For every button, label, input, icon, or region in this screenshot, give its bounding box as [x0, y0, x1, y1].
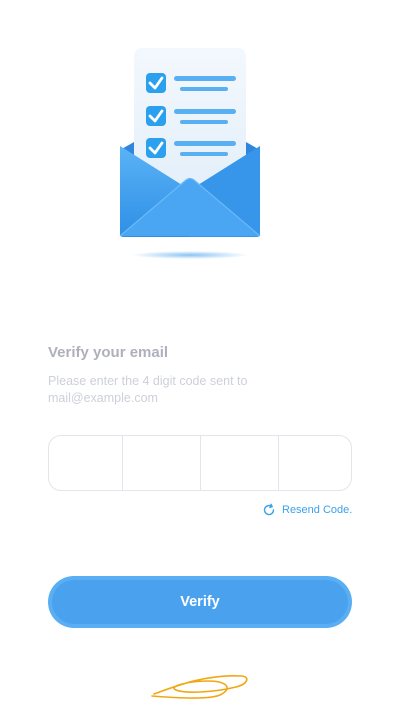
refresh-icon [263, 503, 275, 516]
code-digit-4[interactable] [279, 436, 351, 490]
instructions-line: Please enter the 4 digit code sent to [48, 374, 248, 388]
verify-button-label: Verify [180, 594, 220, 610]
code-digit-1[interactable] [49, 436, 123, 490]
code-input-group [48, 435, 352, 491]
instructions-text: Please enter the 4 digit code sent to ma… [48, 373, 308, 407]
signature-scribble [151, 675, 248, 699]
resend-code-link[interactable]: Resend Code. [262, 503, 352, 517]
envelope-illustration [100, 40, 280, 270]
code-digit-3[interactable] [201, 436, 279, 490]
envelope-checklist-icon [119, 48, 261, 259]
verify-button[interactable]: Verify [48, 576, 352, 628]
email-address: mail@example.com [48, 391, 158, 405]
verify-button-inner: Verify [52, 580, 348, 624]
resend-code-label: Resend Code. [282, 504, 353, 516]
page-title: Verify your email [48, 344, 169, 361]
code-digit-2[interactable] [123, 436, 201, 490]
